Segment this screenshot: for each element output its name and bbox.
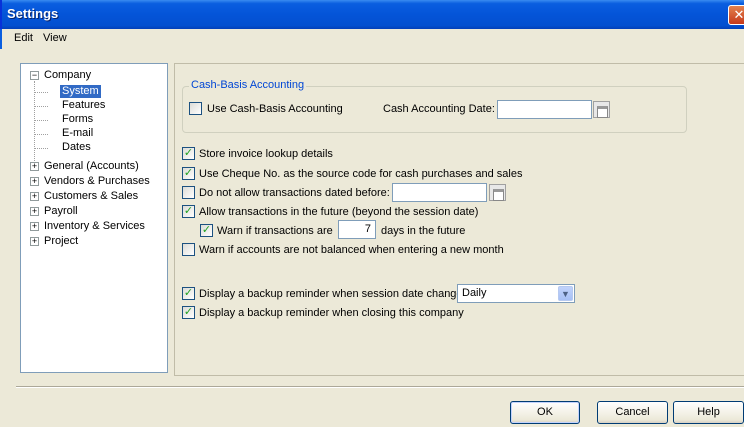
menu-edit[interactable]: Edit — [14, 32, 33, 44]
tree-item-dates[interactable]: Dates — [62, 141, 91, 154]
tree-item-customers[interactable]: Customers & Sales — [44, 190, 138, 203]
warn-days-input[interactable]: 7 — [338, 220, 376, 239]
tree-item-system[interactable]: System — [60, 85, 101, 98]
use-cheque-label: Use Cheque No. as the source code for ca… — [199, 168, 523, 180]
ok-button[interactable]: OK — [510, 401, 580, 424]
tree-item-vendors[interactable]: Vendors & Purchases — [44, 175, 150, 188]
expand-icon[interactable]: + — [30, 237, 39, 246]
expand-icon[interactable]: + — [30, 207, 39, 216]
expand-icon[interactable]: + — [30, 222, 39, 231]
window-title: Settings — [7, 6, 59, 21]
tree-item-forms[interactable]: Forms — [62, 113, 93, 126]
expand-icon[interactable]: + — [30, 192, 39, 201]
tree-item-inventory[interactable]: Inventory & Services — [44, 220, 145, 233]
separator — [16, 386, 744, 388]
expand-icon[interactable]: + — [30, 162, 39, 171]
cash-basis-checkbox[interactable] — [189, 102, 202, 115]
cash-date-input[interactable] — [497, 100, 592, 119]
menu-view[interactable]: View — [43, 32, 67, 44]
no-before-date-input[interactable] — [392, 183, 487, 202]
settings-tree[interactable]: − Company System Features Forms E-mail D… — [20, 63, 168, 373]
days-future-label: days in the future — [381, 225, 466, 237]
expand-icon[interactable]: + — [30, 177, 39, 186]
allow-future-label: Allow transactions in the future (beyond… — [199, 206, 479, 218]
calendar-icon[interactable] — [489, 184, 506, 201]
tree-item-email[interactable]: E-mail — [62, 127, 93, 140]
backup-change-label: Display a backup reminder when session d… — [199, 288, 469, 300]
group-title: Cash-Basis Accounting — [189, 79, 307, 92]
no-before-checkbox[interactable] — [182, 186, 195, 199]
warn-balance-checkbox[interactable] — [182, 243, 195, 256]
store-invoice-checkbox[interactable]: ✓ — [182, 147, 195, 160]
backup-frequency-value: Daily — [462, 287, 487, 299]
no-before-label: Do not allow transactions dated before: — [199, 187, 390, 199]
title-bar: Settings ✕ — [0, 0, 744, 29]
warn-balance-label: Warn if accounts are not balanced when e… — [199, 244, 504, 256]
menu-bar: Edit View — [0, 29, 744, 49]
close-icon: ✕ — [733, 7, 744, 22]
tree-item-project[interactable]: Project — [44, 235, 78, 248]
warn-future-checkbox[interactable]: ✓ — [200, 224, 213, 237]
tree-item-general[interactable]: General (Accounts) — [44, 160, 139, 173]
close-button[interactable]: ✕ — [728, 5, 744, 25]
cash-date-label: Cash Accounting Date: — [383, 103, 495, 115]
calendar-icon[interactable] — [593, 101, 610, 118]
store-invoice-label: Store invoice lookup details — [199, 148, 333, 160]
warn-future-label: Warn if transactions are — [217, 225, 333, 237]
backup-closing-checkbox[interactable]: ✓ — [182, 306, 195, 319]
help-button[interactable]: Help — [673, 401, 744, 424]
cash-basis-label: Use Cash-Basis Accounting — [207, 103, 343, 115]
tree-item-features[interactable]: Features — [62, 99, 105, 112]
collapse-icon[interactable]: − — [30, 71, 39, 80]
backup-closing-label: Display a backup reminder when closing t… — [199, 307, 464, 319]
backup-change-checkbox[interactable]: ✓ — [182, 287, 195, 300]
tree-item-payroll[interactable]: Payroll — [44, 205, 78, 218]
cancel-button[interactable]: Cancel — [597, 401, 668, 424]
use-cheque-checkbox[interactable]: ✓ — [182, 167, 195, 180]
tree-item-company[interactable]: Company — [44, 69, 91, 82]
backup-frequency-select[interactable]: Daily ▼ — [457, 284, 575, 303]
allow-future-checkbox[interactable]: ✓ — [182, 205, 195, 218]
chevron-down-icon[interactable]: ▼ — [558, 286, 573, 301]
